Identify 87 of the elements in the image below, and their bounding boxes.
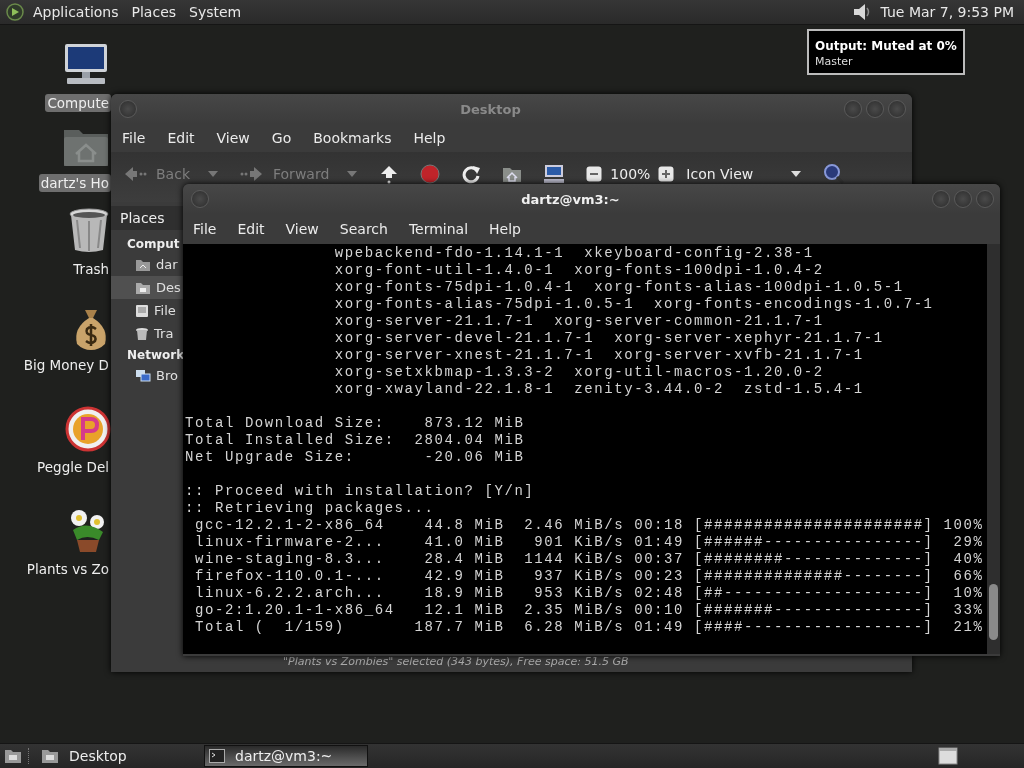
reload-icon[interactable] <box>461 164 482 184</box>
zoom-in-icon[interactable] <box>658 166 675 182</box>
search-icon[interactable] <box>823 163 846 185</box>
caret-icon[interactable] <box>208 171 218 177</box>
terminal-line: Total ( 1/159) 187.7 MiB 6.28 MiB/s 01:49 [####------------------] 21% <box>193 619 985 636</box>
menu-item[interactable]: Bookmarks <box>313 130 392 146</box>
terminal-line: Total Download Size: 873.12 MiB <box>185 415 526 432</box>
zoom-level: 100% <box>610 166 651 182</box>
panel-menu[interactable]: System <box>189 4 242 20</box>
taskbar-button[interactable]: dartz@vm3:~ <box>204 745 368 767</box>
terminal-line: xorg-server-21.1.7-1 xorg-server-common-21.1.7-1 <box>333 313 825 330</box>
terminal-line: go-2:1.20.1-1-x86_64 12.1 MiB 2.35 MiB/s 00:10 [#######---------------] 33% <box>193 602 985 619</box>
terminal-line: gcc-12.2.1-2-x86_64 44.8 MiB 2.46 MiB/s 00:18 [######################] 100% <box>193 517 985 534</box>
taskbar-button[interactable]: Desktop <box>37 745 201 767</box>
terminal-line: xorg-font-util-1.4.0-1 xorg-fonts-100dpi-1.0.4-2 <box>333 262 825 279</box>
clock[interactable]: Tue Mar 7, 9:53 PM <box>880 4 1014 20</box>
terminal-line: xorg-server-devel-21.1.7-1 xorg-server-xephyr-21.1.7-1 <box>333 330 885 347</box>
caret-icon[interactable] <box>347 171 358 177</box>
view-selector[interactable]: Icon View <box>686 166 802 182</box>
terminal-icon <box>209 749 225 763</box>
scrollbar[interactable] <box>987 244 1000 654</box>
sidebar-item[interactable]: Bro <box>111 364 183 387</box>
terminal-line: linux-6.2.2.arch... 18.9 MiB 953 KiB/s 02:48 [##--------------------] 10% <box>193 585 985 602</box>
desktop-icon-label[interactable]: dartz's Ho <box>38 174 111 192</box>
sidebar-section-label: Network <box>126 347 185 364</box>
menu-item[interactable]: File <box>122 130 146 146</box>
desktop-icon-label[interactable]: Peggle Del <box>35 458 111 476</box>
workspace-switcher-icon[interactable] <box>938 747 958 765</box>
terminal-line: xorg-server-xnest-21.1.7-1 xorg-server-xvfb-21.1.7-1 <box>333 347 865 364</box>
trash-icon <box>135 326 149 341</box>
back-arrow-icon <box>123 165 147 183</box>
desktop-icon-label[interactable]: Trash <box>71 260 111 278</box>
terminal-line: :: Retrieving packages... <box>185 500 436 517</box>
window-title: Desktop <box>459 101 522 117</box>
menu-item[interactable]: File <box>193 221 217 237</box>
terminal-line: firefox-110.0.1-... 42.9 MiB 937 KiB/s 00:23 [##############--------] 66% <box>193 568 985 585</box>
menu-item[interactable]: Go <box>271 130 292 146</box>
terminal-line: Net Upgrade Size: -20.06 MiB <box>185 449 526 466</box>
terminal-line: xorg-fonts-75dpi-1.0.4-1 xorg-fonts-alias-100dpi-1.0.5-1 <box>333 279 905 296</box>
up-arrow-icon[interactable] <box>379 164 400 184</box>
sidebar-item[interactable]: Des <box>111 276 183 299</box>
menu-item[interactable]: View <box>216 130 250 146</box>
menu-item[interactable]: Terminal <box>408 221 469 237</box>
tooltip-subtitle: Master <box>815 55 854 68</box>
menu-item[interactable]: Help <box>413 130 446 146</box>
tooltip-title: Output: Muted at 0% <box>815 39 957 53</box>
foot-icon[interactable] <box>6 3 24 21</box>
sidebar-item[interactable]: dar <box>111 253 183 276</box>
terminal-line: wpebackend-fdo-1.14.1-1 xkeyboard-config-2.38-1 <box>333 245 815 262</box>
desktop-icon-label[interactable]: Compute <box>45 94 111 112</box>
zoom-out-icon[interactable] <box>586 166 603 182</box>
panel-menu[interactable]: Places <box>131 4 177 20</box>
window-title: dartz@vm3:~ <box>520 191 621 207</box>
desktop-icon-label[interactable]: Plants vs Zo <box>24 560 111 578</box>
sidebar-item[interactable]: File <box>111 299 183 322</box>
home-folder-icon[interactable] <box>502 165 523 183</box>
sidebar-item[interactable]: Tra <box>111 322 183 345</box>
menu-item[interactable]: Edit <box>237 221 265 237</box>
trash-icon[interactable] <box>67 206 111 254</box>
folder-icon <box>41 748 59 764</box>
terminal-line: xorg-fonts-alias-75dpi-1.0.5-1 xorg-fonts-encodings-1.0.7-1 <box>333 296 935 313</box>
terminal-line: wine-staging-8.3... 28.4 MiB 1144 KiB/s 00:37 [########--------------] 40% <box>193 551 985 568</box>
caret-icon <box>791 171 802 177</box>
show-desktop-icon[interactable] <box>4 748 22 764</box>
terminal-line: Total Installed Size: 2804.04 MiB <box>185 432 526 449</box>
terminal-line: xorg-xwayland-22.1.8-1 zenity-3.44.0-2 zstd-1.5.4-1 <box>333 381 865 398</box>
menu-item[interactable]: Edit <box>167 130 195 146</box>
sidebar-section-label: Comput <box>126 236 180 253</box>
home-folder-icon <box>135 257 151 272</box>
menu-item[interactable]: Help <box>489 221 521 237</box>
scrollbar-thumb[interactable] <box>989 584 998 640</box>
stop-icon[interactable] <box>420 164 441 184</box>
computer-icon[interactable] <box>543 164 566 184</box>
terminal-line: :: Proceed with installation? [Y/n] <box>185 483 536 500</box>
terminal-line: xorg-setxkbmap-1.3.3-2 xorg-util-macros-1.20.0-2 <box>333 364 825 381</box>
peggle-ball-icon[interactable] <box>65 406 111 452</box>
network-computer-icon <box>135 368 151 383</box>
terminal-line: linux-firmware-2... 41.0 MiB 901 KiB/s 01:49 [######----------------] 29% <box>193 534 985 551</box>
desktop-folder-icon <box>135 280 151 295</box>
menu-item[interactable]: Search <box>339 221 388 237</box>
desktop-icon-label[interactable]: Big Money D <box>21 356 111 374</box>
forward-arrow-icon <box>240 165 264 183</box>
menu-item[interactable]: View <box>285 221 319 237</box>
sidebar-header[interactable]: Places <box>111 206 183 230</box>
panel-menu[interactable]: Applications <box>33 4 119 20</box>
drive-icon <box>135 303 149 318</box>
status-bar-text: "Plants vs Zombies" selected (343 bytes), Free space: 51.5 GB <box>283 654 629 668</box>
